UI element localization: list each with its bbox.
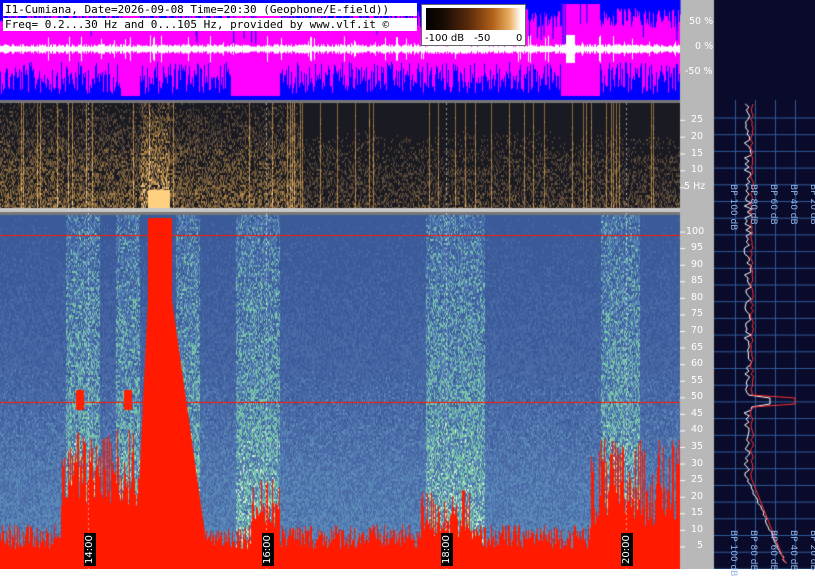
time-axis-label: 18:00	[441, 533, 453, 566]
high-spectrum-tick-label: 30	[691, 457, 704, 469]
high-spectrum-tick-label: 40	[691, 424, 704, 436]
high-spectrum-tick-label: 75	[691, 308, 704, 320]
high-spectrum-tick-label: 20	[691, 490, 704, 502]
legend-tick-mid: -50	[474, 33, 491, 44]
high-spectrum-tick-label: 25	[691, 474, 704, 486]
time-axis-label: 16:00	[262, 533, 274, 566]
high-spectrum-tick-label: 50	[691, 391, 704, 403]
low-spectrum-tick-label: 5 Hz	[684, 181, 706, 193]
high-spectrum-tick-label: 15	[691, 507, 704, 519]
amplitude-tick-label: 50 %	[689, 16, 714, 27]
high-spectrum-tick-label: 70	[691, 325, 704, 336]
low-spectrum-tick-label: 15	[691, 147, 704, 159]
high-spectrum-tick-label: 90	[691, 258, 704, 270]
profile-db-label: BP 100 dB	[728, 530, 738, 576]
profile-db-label: BP 60 dB	[768, 530, 778, 571]
header-title-line: I1-Cumiana, Date=2026-09-08 Time=20:30 (…	[3, 3, 417, 16]
color-legend: -100 dB -50 0	[421, 4, 526, 46]
high-spectrum-tick-label: 10	[691, 523, 704, 535]
profile-db-label: BP 20 dB	[808, 530, 815, 571]
amplitude-tick-label: -50 %	[685, 66, 713, 77]
legend-tick-min: -100 dB	[425, 33, 465, 44]
high-spectrum-tick-label: 85	[691, 275, 704, 287]
profile-db-label: BP 20 dB	[808, 184, 815, 225]
high-spectrum-tick-label: 65	[691, 341, 704, 353]
time-axis-label: 20:00	[621, 533, 633, 566]
header-frequency-line: Freq= 0.2...30 Hz and 0...105 Hz, provid…	[3, 18, 417, 31]
high-spectrum-tick-label: 45	[691, 407, 704, 419]
high-spectrum-tick-label: 60	[691, 358, 704, 370]
high-spectrum-tick-label: 80	[691, 291, 704, 303]
amplitude-tick-label: 0 %	[695, 41, 714, 52]
profile-db-label: BP 80 dB	[748, 184, 758, 225]
profile-db-label: BP 80 dB	[748, 530, 758, 571]
time-axis-label: 14:00	[84, 533, 96, 566]
legend-tick-max: 0	[516, 33, 523, 44]
high-spectrum-tick-label: 35	[691, 441, 704, 452]
high-spectrum-tick-label: 55	[691, 374, 704, 386]
profile-db-label: BP 40 dB	[788, 184, 798, 225]
low-spectrum-tick-label: 10	[691, 164, 704, 176]
profile-db-label: BP 60 dB	[768, 184, 778, 225]
high-spectrum-tick-label: 95	[691, 242, 704, 254]
color-legend-bar	[426, 8, 521, 30]
profile-db-label: BP 100 dB	[728, 184, 738, 231]
low-spectrum-tick-label: 20	[691, 130, 704, 142]
low-spectrum-tick-label: 25	[691, 113, 704, 125]
profile-db-label: BP 40 dB	[788, 530, 798, 571]
high-spectrum-tick-label: 100	[686, 225, 705, 237]
high-spectrum-tick-label: 5	[697, 540, 704, 552]
